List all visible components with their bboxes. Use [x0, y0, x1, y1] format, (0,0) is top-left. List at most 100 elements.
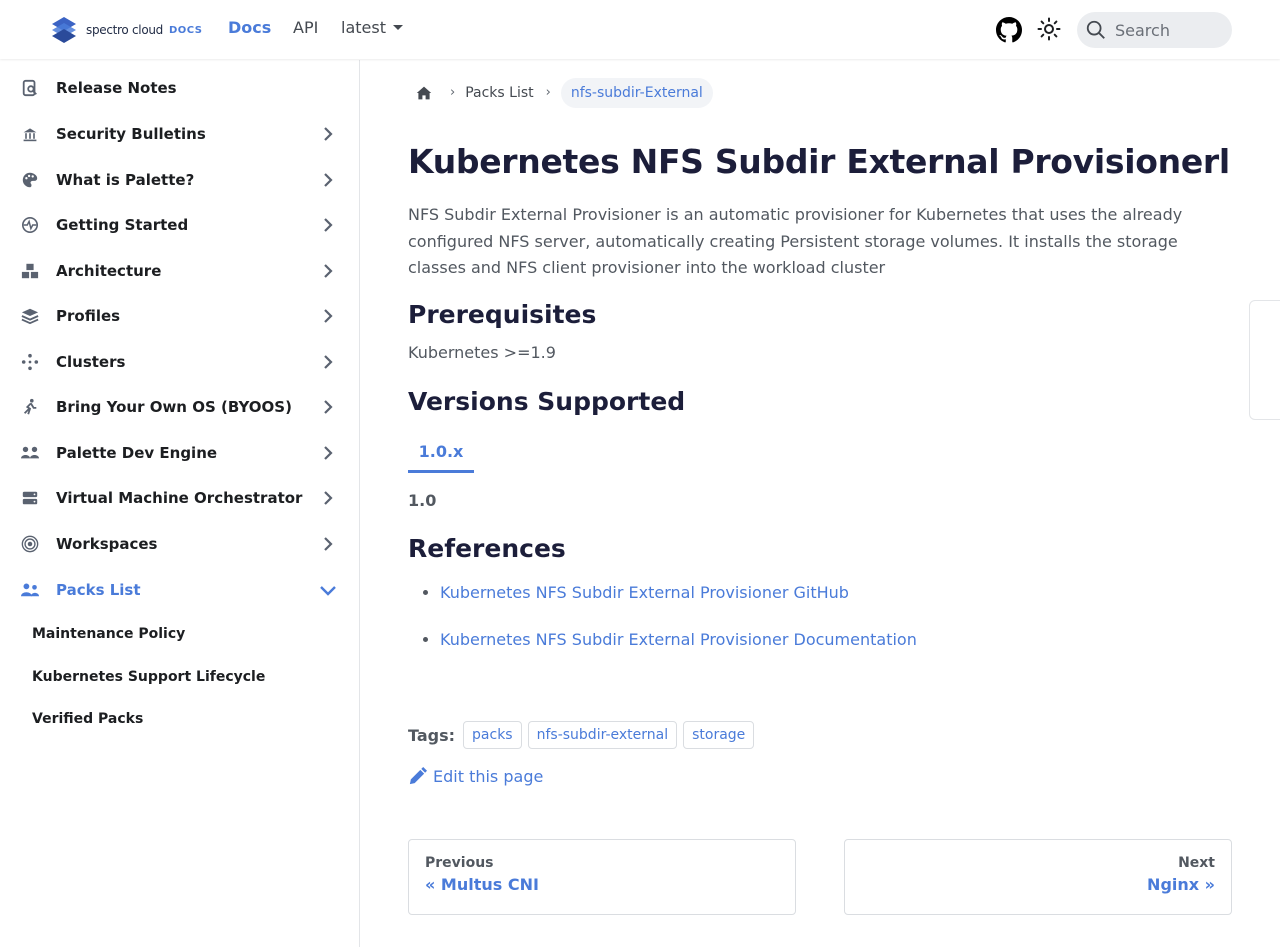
sidebar: Release Notes Security Bulletins What is…	[0, 60, 360, 947]
chevron-right-icon: ›	[545, 85, 551, 100]
home-icon[interactable]	[408, 77, 440, 109]
sidebar-item-label: Architecture	[56, 262, 162, 280]
sidebar-item-label: Security Bulletins	[56, 125, 206, 143]
chevron-right-icon[interactable]	[318, 534, 338, 554]
github-icon[interactable]	[996, 17, 1022, 47]
sidebar-item-release-notes[interactable]: Release Notes	[0, 68, 359, 108]
chevron-right-icon[interactable]	[318, 261, 338, 281]
list-item: Kubernetes NFS Subdir External Provision…	[440, 629, 917, 650]
reference-link-documentation[interactable]: Kubernetes NFS Subdir External Provision…	[440, 630, 917, 649]
version-label: latest	[341, 18, 386, 37]
sidebar-subitem-kubernetes-support-lifecycle[interactable]: Kubernetes Support Lifecycle	[0, 657, 359, 697]
sidebar-item-label: Bring Your Own OS (BYOOS)	[56, 398, 292, 416]
pagination-next-title: Nginx »	[1147, 875, 1215, 894]
sidebar-item-label: What is Palette?	[56, 171, 195, 189]
breadcrumb: › Packs List › nfs-subdir-External	[408, 76, 713, 109]
sidebar-item-label: Virtual Machine Orchestrator	[56, 489, 303, 507]
sidebar-item-palette-dev-engine[interactable]: Palette Dev Engine	[0, 433, 359, 473]
person-running-icon	[20, 397, 40, 417]
sidebar-subitem-label: Kubernetes Support Lifecycle	[32, 669, 266, 685]
sidebar-item-what-is-palette[interactable]: What is Palette?	[0, 160, 359, 200]
sidebar-item-packs-list[interactable]: Packs List	[0, 570, 359, 610]
versions-heading: Versions Supported	[408, 387, 686, 416]
sidebar-item-label: Palette Dev Engine	[56, 444, 218, 462]
side-floating-tab[interactable]	[1249, 300, 1280, 420]
cubes-icon	[20, 261, 40, 281]
chevron-right-icon[interactable]	[318, 352, 338, 372]
brand-logo[interactable]: spectro cloud DOCS	[48, 15, 203, 45]
sidebar-item-label: Profiles	[56, 307, 121, 325]
chevron-right-icon[interactable]	[318, 124, 338, 144]
main-content: › Packs List › nfs-subdir-External Kuber…	[360, 60, 1280, 947]
sidebar-item-label: Getting Started	[56, 216, 189, 234]
sidebar-item-getting-started[interactable]: Getting Started	[0, 205, 359, 245]
users-icon	[20, 580, 40, 600]
palette-icon	[20, 170, 40, 190]
sidebar-item-label: Packs List	[56, 581, 141, 599]
version-dropdown[interactable]: latest	[341, 18, 403, 37]
list-item: Kubernetes NFS Subdir External Provision…	[440, 582, 917, 603]
breadcrumb-current: nfs-subdir-External	[560, 77, 713, 108]
sidebar-item-architecture[interactable]: Architecture	[0, 251, 359, 291]
chevron-right-icon[interactable]	[318, 170, 338, 190]
pagination-previous-label: Previous	[425, 855, 494, 871]
pagination-next-label: Next	[1178, 855, 1215, 871]
pencil-icon	[409, 767, 427, 785]
chevron-down-icon[interactable]	[318, 580, 338, 600]
pagination-next[interactable]: Next Nginx »	[844, 839, 1232, 915]
sidebar-item-clusters[interactable]: Clusters	[0, 342, 359, 382]
security-icon	[20, 124, 40, 144]
sun-icon[interactable]	[1037, 17, 1061, 45]
caret-down-icon	[392, 25, 403, 30]
search-placeholder: Search	[1115, 20, 1170, 40]
chevron-right-icon: ›	[450, 85, 456, 100]
references-heading: References	[408, 534, 566, 563]
nodes-icon	[20, 352, 40, 372]
page-description: NFS Subdir External Provisioner is an au…	[408, 205, 1183, 277]
sidebar-subitem-maintenance-policy[interactable]: Maintenance Policy	[0, 614, 359, 654]
prerequisites-heading: Prerequisites	[408, 300, 597, 329]
server-icon	[20, 488, 40, 508]
nav-api-link[interactable]: API	[293, 18, 318, 37]
tag-packs[interactable]: packs	[463, 721, 522, 749]
chevron-right-icon[interactable]	[318, 488, 338, 508]
chevron-right-icon[interactable]	[318, 306, 338, 326]
sidebar-item-label: Clusters	[56, 353, 126, 371]
chevron-right-icon[interactable]	[318, 397, 338, 417]
search-box[interactable]: Search	[1077, 12, 1232, 48]
sidebar-item-virtual-machine-orchestrator[interactable]: Virtual Machine Orchestrator	[0, 478, 359, 518]
chevron-right-icon[interactable]	[318, 215, 338, 235]
tab-version[interactable]: 1.0.x	[408, 432, 474, 473]
sidebar-item-security-bulletins[interactable]: Security Bulletins	[0, 114, 359, 154]
references-list: Kubernetes NFS Subdir External Provision…	[440, 582, 917, 676]
sidebar-item-label: Release Notes	[56, 79, 177, 97]
prerequisites-text: Kubernetes >=1.9	[408, 343, 556, 362]
spectro-cloud-logo-icon	[52, 17, 76, 43]
release-notes-icon	[20, 78, 40, 98]
breadcrumb-packs-list[interactable]: Packs List	[465, 79, 545, 107]
sidebar-subitem-label: Verified Packs	[32, 711, 144, 727]
sidebar-item-byoos[interactable]: Bring Your Own OS (BYOOS)	[0, 387, 359, 427]
reference-link-github[interactable]: Kubernetes NFS Subdir External Provision…	[440, 583, 849, 602]
sidebar-subitem-verified-packs[interactable]: Verified Packs	[0, 700, 359, 727]
tag-nfs-subdir-external[interactable]: nfs-subdir-external	[527, 721, 678, 749]
edit-page-link[interactable]: Edit this page	[408, 767, 543, 786]
target-icon	[20, 534, 40, 554]
version-content: 1.0	[408, 491, 437, 510]
sidebar-item-profiles[interactable]: Profiles	[0, 296, 359, 336]
chevron-right-icon[interactable]	[318, 443, 338, 463]
pagination-previous[interactable]: Previous « Multus CNI	[408, 839, 796, 915]
pagination-previous-title: « Multus CNI	[425, 875, 539, 894]
pulse-icon	[20, 215, 40, 235]
brand-docs-label: DOCS	[168, 24, 203, 36]
tags-label: Tags:	[408, 725, 456, 745]
people-icon	[20, 443, 40, 463]
top-navbar: spectro cloud DOCS Docs API latest Searc…	[0, 0, 1280, 59]
layers-icon	[20, 306, 40, 326]
nav-docs-link[interactable]: Docs	[228, 18, 271, 37]
brand-name: spectro cloud	[86, 23, 163, 37]
tag-storage[interactable]: storage	[683, 721, 755, 749]
search-icon	[1086, 20, 1105, 39]
sidebar-item-workspaces[interactable]: Workspaces	[0, 524, 359, 564]
sidebar-subitem-label: Maintenance Policy	[32, 626, 186, 642]
